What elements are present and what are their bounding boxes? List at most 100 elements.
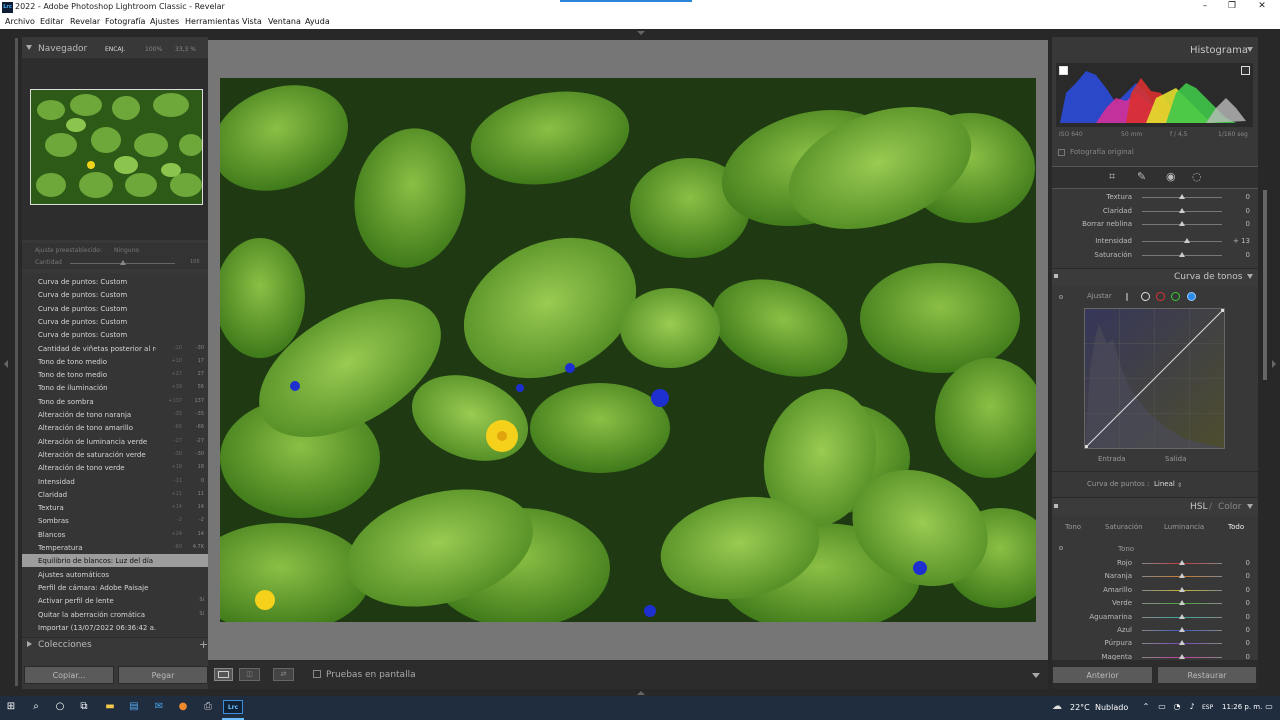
blue-curve-icon[interactable]: [1187, 292, 1196, 301]
previous-button[interactable]: Anterior: [1052, 666, 1153, 684]
close-button[interactable]: ✕: [1252, 1, 1272, 11]
zoom-fit[interactable]: ENCAJ.: [105, 46, 125, 53]
top-panel-toggle-icon[interactable]: [637, 31, 645, 35]
menu-editar[interactable]: Editar: [40, 17, 64, 26]
reset-button[interactable]: Restaurar: [1157, 666, 1257, 684]
history-item[interactable]: Alteración de tono naranja -35 -35: [22, 408, 208, 421]
history-item[interactable]: Blancos +24 14: [22, 528, 208, 541]
slider-value[interactable]: + 13: [1230, 237, 1250, 245]
restore-button[interactable]: ❐: [1222, 1, 1242, 11]
toolbar-menu-icon[interactable]: [1032, 673, 1040, 678]
menu-ajustes[interactable]: Ajustes: [150, 17, 179, 26]
slider-knob[interactable]: [1179, 627, 1185, 632]
basic-slider[interactable]: Textura 0: [1052, 191, 1258, 204]
slider-knob[interactable]: [1184, 238, 1191, 243]
menu-revelar[interactable]: Revelar: [70, 17, 100, 26]
hsl-slider[interactable]: Aguamarina 0: [1052, 611, 1258, 624]
menu-ayuda[interactable]: Ayuda: [305, 17, 330, 26]
hsl-slider[interactable]: Naranja 0: [1052, 570, 1258, 583]
history-item[interactable]: Claridad +11 11: [22, 488, 208, 501]
basic-slider[interactable]: Intensidad + 13: [1052, 235, 1258, 248]
history-item[interactable]: Tono de tono medio +27 27: [22, 368, 208, 381]
basic-slider[interactable]: Claridad 0: [1052, 205, 1258, 218]
history-item[interactable]: Perfil de cámara: Adobe Paisaje: [22, 581, 208, 594]
tone-curve-graph[interactable]: [1084, 308, 1225, 449]
rgb-curve-icon[interactable]: [1141, 292, 1150, 301]
history-item[interactable]: Sombras -2 -2: [22, 514, 208, 527]
hsl-slider[interactable]: Verde 0: [1052, 597, 1258, 610]
slider-value[interactable]: 0: [1230, 193, 1250, 201]
menu-herramientas[interactable]: Herramientas: [185, 17, 240, 26]
slider-knob[interactable]: [1179, 640, 1185, 646]
slider-knob[interactable]: [1179, 613, 1185, 619]
history-item[interactable]: Alteración de luminancia verde -27 -27: [22, 435, 208, 448]
histogram-collapse-icon[interactable]: [1247, 47, 1253, 52]
history-item[interactable]: Curva de puntos: Custom: [22, 288, 208, 301]
slider-value[interactable]: 0: [1230, 572, 1250, 580]
language-indicator[interactable]: ESP: [1202, 704, 1213, 711]
point-curve-select[interactable]: Lineal: [1154, 480, 1175, 488]
cortana-icon[interactable]: ○: [53, 700, 67, 714]
tone-curve-target-icon[interactable]: [1059, 295, 1063, 299]
firefox-icon[interactable]: ●: [176, 700, 190, 714]
tone-curve-collapse-icon[interactable]: [1247, 274, 1253, 279]
lightroom-taskbar-icon[interactable]: Lrc: [223, 700, 243, 714]
history-item[interactable]: Equilibrio de blancos: Luz del día: [22, 554, 208, 568]
shadow-clipping-icon[interactable]: [1059, 66, 1068, 75]
slider-knob[interactable]: [1179, 600, 1185, 606]
hsl-slider[interactable]: Púrpura 0: [1052, 637, 1258, 650]
slider-value[interactable]: 0: [1230, 559, 1250, 567]
weather-temperature[interactable]: 22°C: [1070, 703, 1090, 712]
windows-start-icon[interactable]: ⊞: [4, 700, 18, 714]
task-view-icon[interactable]: ⧉: [77, 700, 91, 714]
navigator-thumbnail[interactable]: [30, 89, 203, 205]
history-item[interactable]: Alteración de saturación verde -30 -30: [22, 448, 208, 461]
history-item[interactable]: Curva de puntos: Custom: [22, 328, 208, 341]
printer-icon[interactable]: ⎙: [201, 700, 215, 714]
navigator-collapse-icon[interactable]: [26, 45, 32, 50]
tray-chevron-icon[interactable]: ⌃: [1139, 700, 1153, 714]
history-item[interactable]: Cantidad de viñetas posterior al re... -1…: [22, 342, 208, 355]
slider-value[interactable]: 0: [1230, 586, 1250, 594]
hsl-slider[interactable]: Rojo 0: [1052, 557, 1258, 570]
hsl-tab-all[interactable]: Todo: [1228, 523, 1244, 531]
history-item[interactable]: Textura +14 14: [22, 501, 208, 514]
search-icon[interactable]: ⌕: [29, 700, 43, 714]
weather-condition[interactable]: Nublado: [1095, 703, 1128, 712]
slider-knob[interactable]: [1179, 194, 1185, 199]
hsl-target-icon[interactable]: [1059, 546, 1063, 550]
main-photo[interactable]: [220, 78, 1036, 622]
basic-slider[interactable]: Borrar neblina 0: [1052, 218, 1258, 231]
copy-button[interactable]: Copiar...: [24, 666, 114, 684]
history-item[interactable]: Curva de puntos: Custom: [22, 315, 208, 328]
green-curve-icon[interactable]: [1171, 292, 1180, 301]
right-panel-toggle-icon[interactable]: [1272, 360, 1276, 368]
hsl-tab-hue[interactable]: Tono: [1065, 523, 1081, 531]
menu-archivo[interactable]: Archivo: [5, 17, 35, 26]
slider-value[interactable]: 0: [1230, 613, 1250, 621]
history-item[interactable]: Alteración de tono amarillo -66 -66: [22, 421, 208, 434]
hsl-color-title[interactable]: Color: [1218, 502, 1242, 512]
slider-value[interactable]: 0: [1230, 220, 1250, 228]
before-after-icon[interactable]: ◫: [239, 668, 260, 681]
before-after-swap-icon[interactable]: ⇄: [273, 668, 294, 681]
collections-expand-icon[interactable]: [27, 641, 32, 647]
battery-icon[interactable]: ▭: [1155, 700, 1169, 714]
menu-fotografia[interactable]: Fotografía: [105, 17, 145, 26]
zoom-100[interactable]: 100%: [145, 46, 162, 53]
soft-proof-checkbox[interactable]: [313, 670, 321, 678]
hsl-slider[interactable]: Amarillo 0: [1052, 584, 1258, 597]
slider-knob[interactable]: [1179, 251, 1185, 257]
history-item[interactable]: Activar perfil de lente Sí: [22, 594, 208, 607]
history-item[interactable]: Curva de puntos: Custom: [22, 302, 208, 315]
red-eye-icon[interactable]: ◉: [1166, 170, 1176, 183]
menu-ventana[interactable]: Ventana: [268, 17, 301, 26]
history-item[interactable]: Quitar la aberración cromática Sí: [22, 608, 208, 621]
minimize-button[interactable]: –: [1195, 1, 1215, 11]
history-item[interactable]: Alteración de tono verde +18 18: [22, 461, 208, 474]
healing-brush-icon[interactable]: ✎: [1137, 170, 1146, 183]
hsl-tab-saturation[interactable]: Saturación: [1105, 523, 1143, 531]
point-curve-dropdown-icon[interactable]: ⇕: [1177, 482, 1182, 489]
history-item[interactable]: Tono de iluminación +39 56: [22, 381, 208, 394]
left-panel-scrollbar[interactable]: [15, 38, 18, 686]
